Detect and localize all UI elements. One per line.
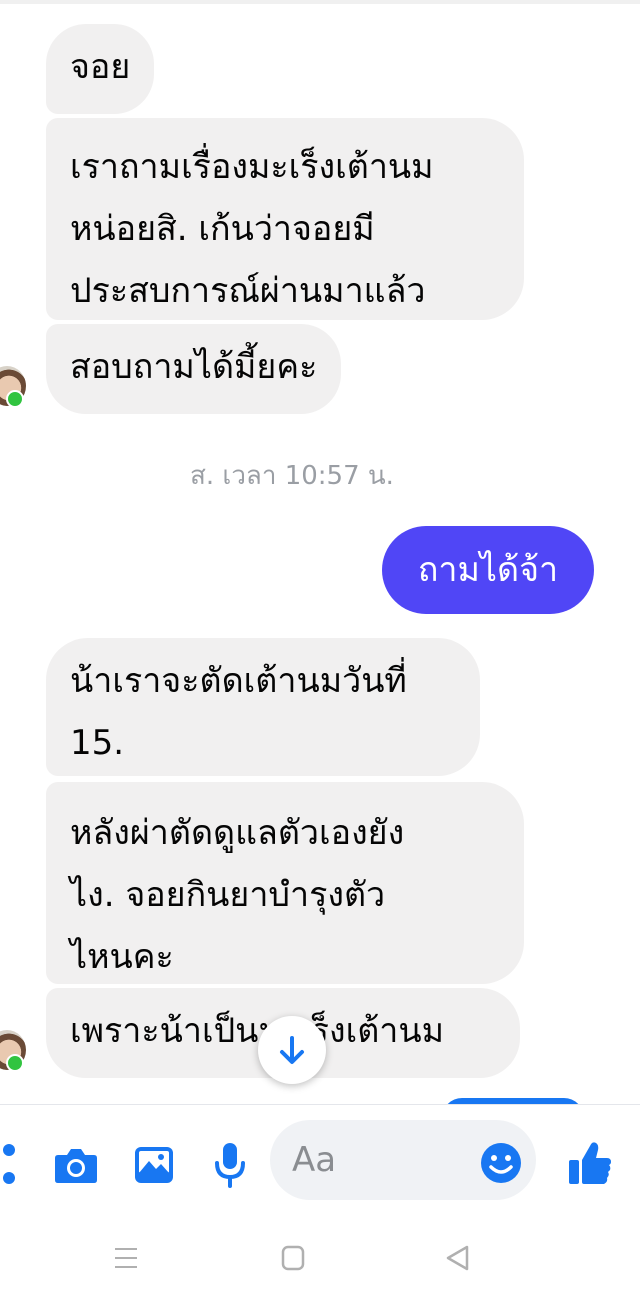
system-navigation-bar (0, 1224, 640, 1300)
more-dots-icon[interactable] (2, 1142, 16, 1186)
message-timestamp: ส. เวลา 10:57 น. (190, 461, 394, 491)
message-input-placeholder: Aa (292, 1140, 337, 1180)
emoji-icon[interactable] (480, 1142, 522, 1184)
incoming-message[interactable]: หลังผ่าตัดดูแลตัวเองยัง ไง. จอยกินยาบำรุ… (46, 782, 524, 984)
contact-avatar[interactable] (0, 1030, 30, 1070)
incoming-message[interactable]: จอย (46, 24, 155, 114)
camera-icon[interactable] (54, 1146, 98, 1184)
home-icon[interactable] (281, 1245, 305, 1271)
thumbs-up-icon[interactable] (568, 1140, 612, 1186)
arrow-down-icon (280, 1036, 304, 1064)
incoming-message[interactable]: สอบถามได้มี้ยคะ (46, 324, 342, 414)
recent-apps-icon[interactable] (114, 1246, 138, 1270)
message-thread[interactable]: จอย เราถามเรื่องมะเร็งเต้านม หน่อยสิ. เก… (0, 0, 640, 1104)
outgoing-message[interactable]: ถามได้จ้า (382, 526, 594, 614)
back-icon[interactable] (444, 1244, 470, 1272)
online-status-indicator (6, 1054, 24, 1070)
incoming-message[interactable]: เราถามเรื่องมะเร็งเต้านม หน่อยสิ. เก้นว่… (46, 118, 524, 320)
incoming-message[interactable]: น้าเราจะตัดเต้านมวันที่ 15. (46, 638, 480, 776)
microphone-icon[interactable] (214, 1142, 246, 1188)
image-icon[interactable] (134, 1146, 174, 1184)
contact-avatar[interactable] (0, 366, 30, 406)
online-status-indicator (6, 390, 24, 406)
scroll-to-bottom-button[interactable] (258, 1016, 326, 1084)
